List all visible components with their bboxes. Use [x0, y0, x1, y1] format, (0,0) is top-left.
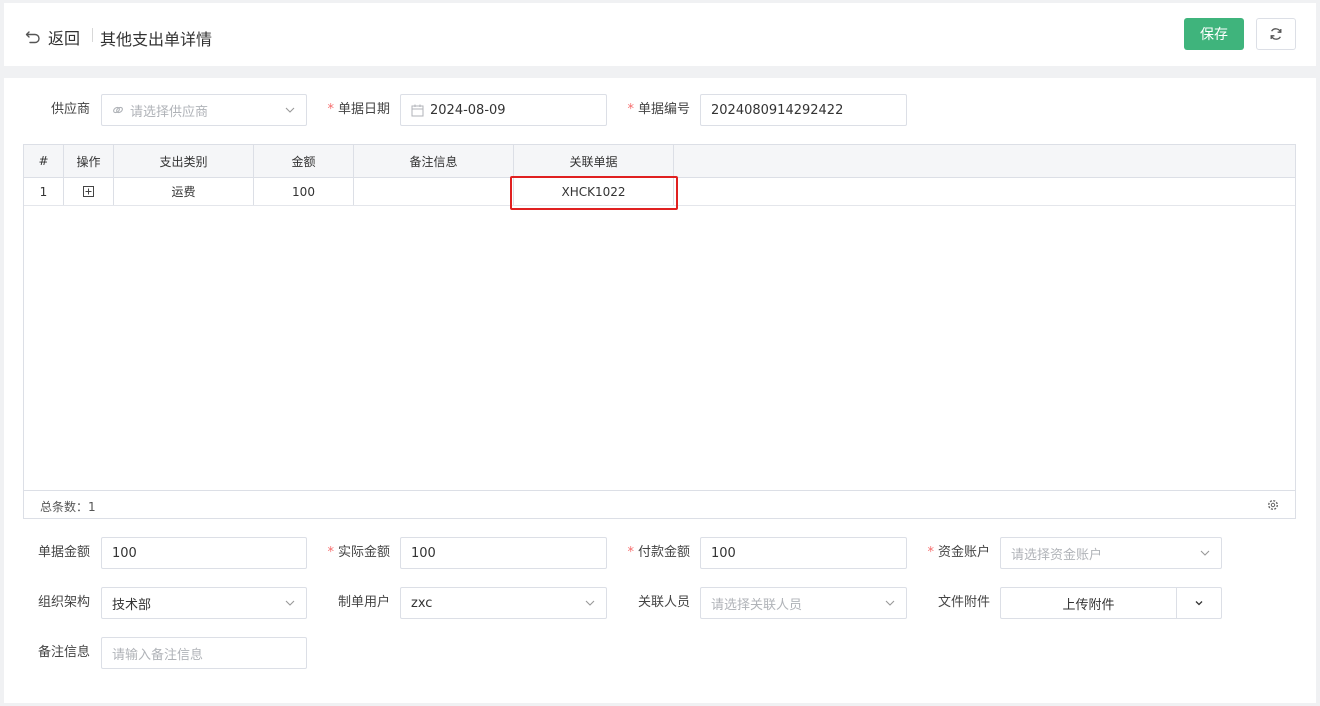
- cell-remark[interactable]: [354, 178, 514, 205]
- related-person-placeholder: 请选择关联人员: [711, 597, 803, 613]
- chevron-down-icon: [885, 600, 895, 606]
- col-action: 操作: [64, 145, 114, 177]
- date-value: 2024-08-09: [430, 102, 506, 118]
- plus-square-icon[interactable]: [83, 186, 94, 197]
- creator-select[interactable]: zxc: [400, 587, 607, 619]
- chevron-down-icon: [285, 600, 295, 606]
- back-label: 返回: [48, 29, 81, 48]
- header-divider: [92, 28, 93, 42]
- number-input[interactable]: 2024080914292422: [700, 94, 907, 126]
- col-category: 支出类别: [114, 145, 254, 177]
- refresh-icon: [1270, 28, 1282, 40]
- table-footer: 总条数：1: [24, 490, 1295, 518]
- account-label: * 资金账户: [927, 545, 990, 560]
- back-button[interactable]: 返回: [24, 25, 80, 49]
- account-select[interactable]: 请选择资金账户: [1000, 537, 1222, 569]
- gear-icon[interactable]: [1267, 499, 1279, 511]
- save-button[interactable]: 保存: [1184, 18, 1244, 50]
- col-amount: 金额: [254, 145, 354, 177]
- actual-amount-value: 100: [411, 545, 436, 561]
- table-header: # 操作 支出类别 金额 备注信息 关联单据: [24, 145, 1295, 178]
- account-placeholder: 请选择资金账户: [1011, 547, 1103, 563]
- related-person-label: 关联人员: [637, 595, 690, 610]
- calendar-icon: [411, 104, 424, 117]
- date-label: * 单据日期: [327, 102, 390, 117]
- remark-label: 备注信息: [37, 645, 90, 660]
- upload-button[interactable]: 上传附件: [1001, 588, 1177, 618]
- org-label: 组织架构: [37, 595, 90, 610]
- chevron-down-icon: [1200, 550, 1210, 556]
- pay-amount-value: 100: [711, 545, 736, 561]
- cell-index: 1: [24, 178, 64, 205]
- col-remark: 备注信息: [354, 145, 514, 177]
- cell-category[interactable]: 运费: [114, 178, 254, 205]
- row-action[interactable]: [64, 178, 114, 205]
- number-value: 2024080914292422: [711, 102, 844, 118]
- total-count: 总条数：1: [40, 500, 96, 514]
- remark-placeholder: 请输入备注信息: [112, 647, 204, 663]
- number-label: * 单据编号: [627, 102, 690, 117]
- attachment-label: 文件附件: [937, 595, 990, 610]
- supplier-select[interactable]: 请选择供应商: [101, 94, 307, 126]
- highlight-box: [510, 176, 678, 210]
- attachment-upload: 上传附件: [1000, 587, 1222, 619]
- remark-input[interactable]: 请输入备注信息: [101, 637, 307, 669]
- date-picker[interactable]: 2024-08-09: [400, 94, 607, 126]
- chevron-down-icon: [585, 600, 595, 606]
- org-select[interactable]: 技术部: [101, 587, 307, 619]
- page-header: 返回 其他支出单详情 保存: [4, 3, 1316, 66]
- creator-label: 制单用户: [337, 595, 390, 610]
- supplier-placeholder: 请选择供应商: [130, 104, 209, 120]
- page-title: 其他支出单详情: [100, 30, 213, 49]
- upload-dropdown[interactable]: [1177, 588, 1221, 618]
- actual-amount-label: * 实际金额: [327, 545, 390, 560]
- bill-amount-value: 100: [112, 545, 137, 561]
- link-icon: [112, 104, 124, 116]
- actual-amount-input[interactable]: 100: [400, 537, 607, 569]
- pay-amount-input[interactable]: 100: [700, 537, 907, 569]
- cell-amount[interactable]: 100: [254, 178, 354, 205]
- col-related: 关联单据: [514, 145, 674, 177]
- col-index: #: [24, 145, 64, 177]
- creator-value: zxc: [411, 595, 433, 611]
- bill-amount-input[interactable]: 100: [101, 537, 307, 569]
- related-person-select[interactable]: 请选择关联人员: [700, 587, 907, 619]
- chevron-down-icon: [285, 107, 295, 113]
- org-value: 技术部: [112, 597, 152, 613]
- supplier-label: 供应商: [50, 102, 90, 117]
- undo-arrow-icon: [25, 31, 40, 44]
- main-panel: 供应商 请选择供应商 * 单据日期 2024-08-09 * 单据编号 202408…: [4, 78, 1316, 703]
- bill-amount-label: 单据金额: [37, 545, 90, 560]
- refresh-button[interactable]: [1256, 18, 1296, 50]
- chevron-down-icon: [1195, 601, 1203, 606]
- pay-amount-label: * 付款金额: [627, 545, 690, 560]
